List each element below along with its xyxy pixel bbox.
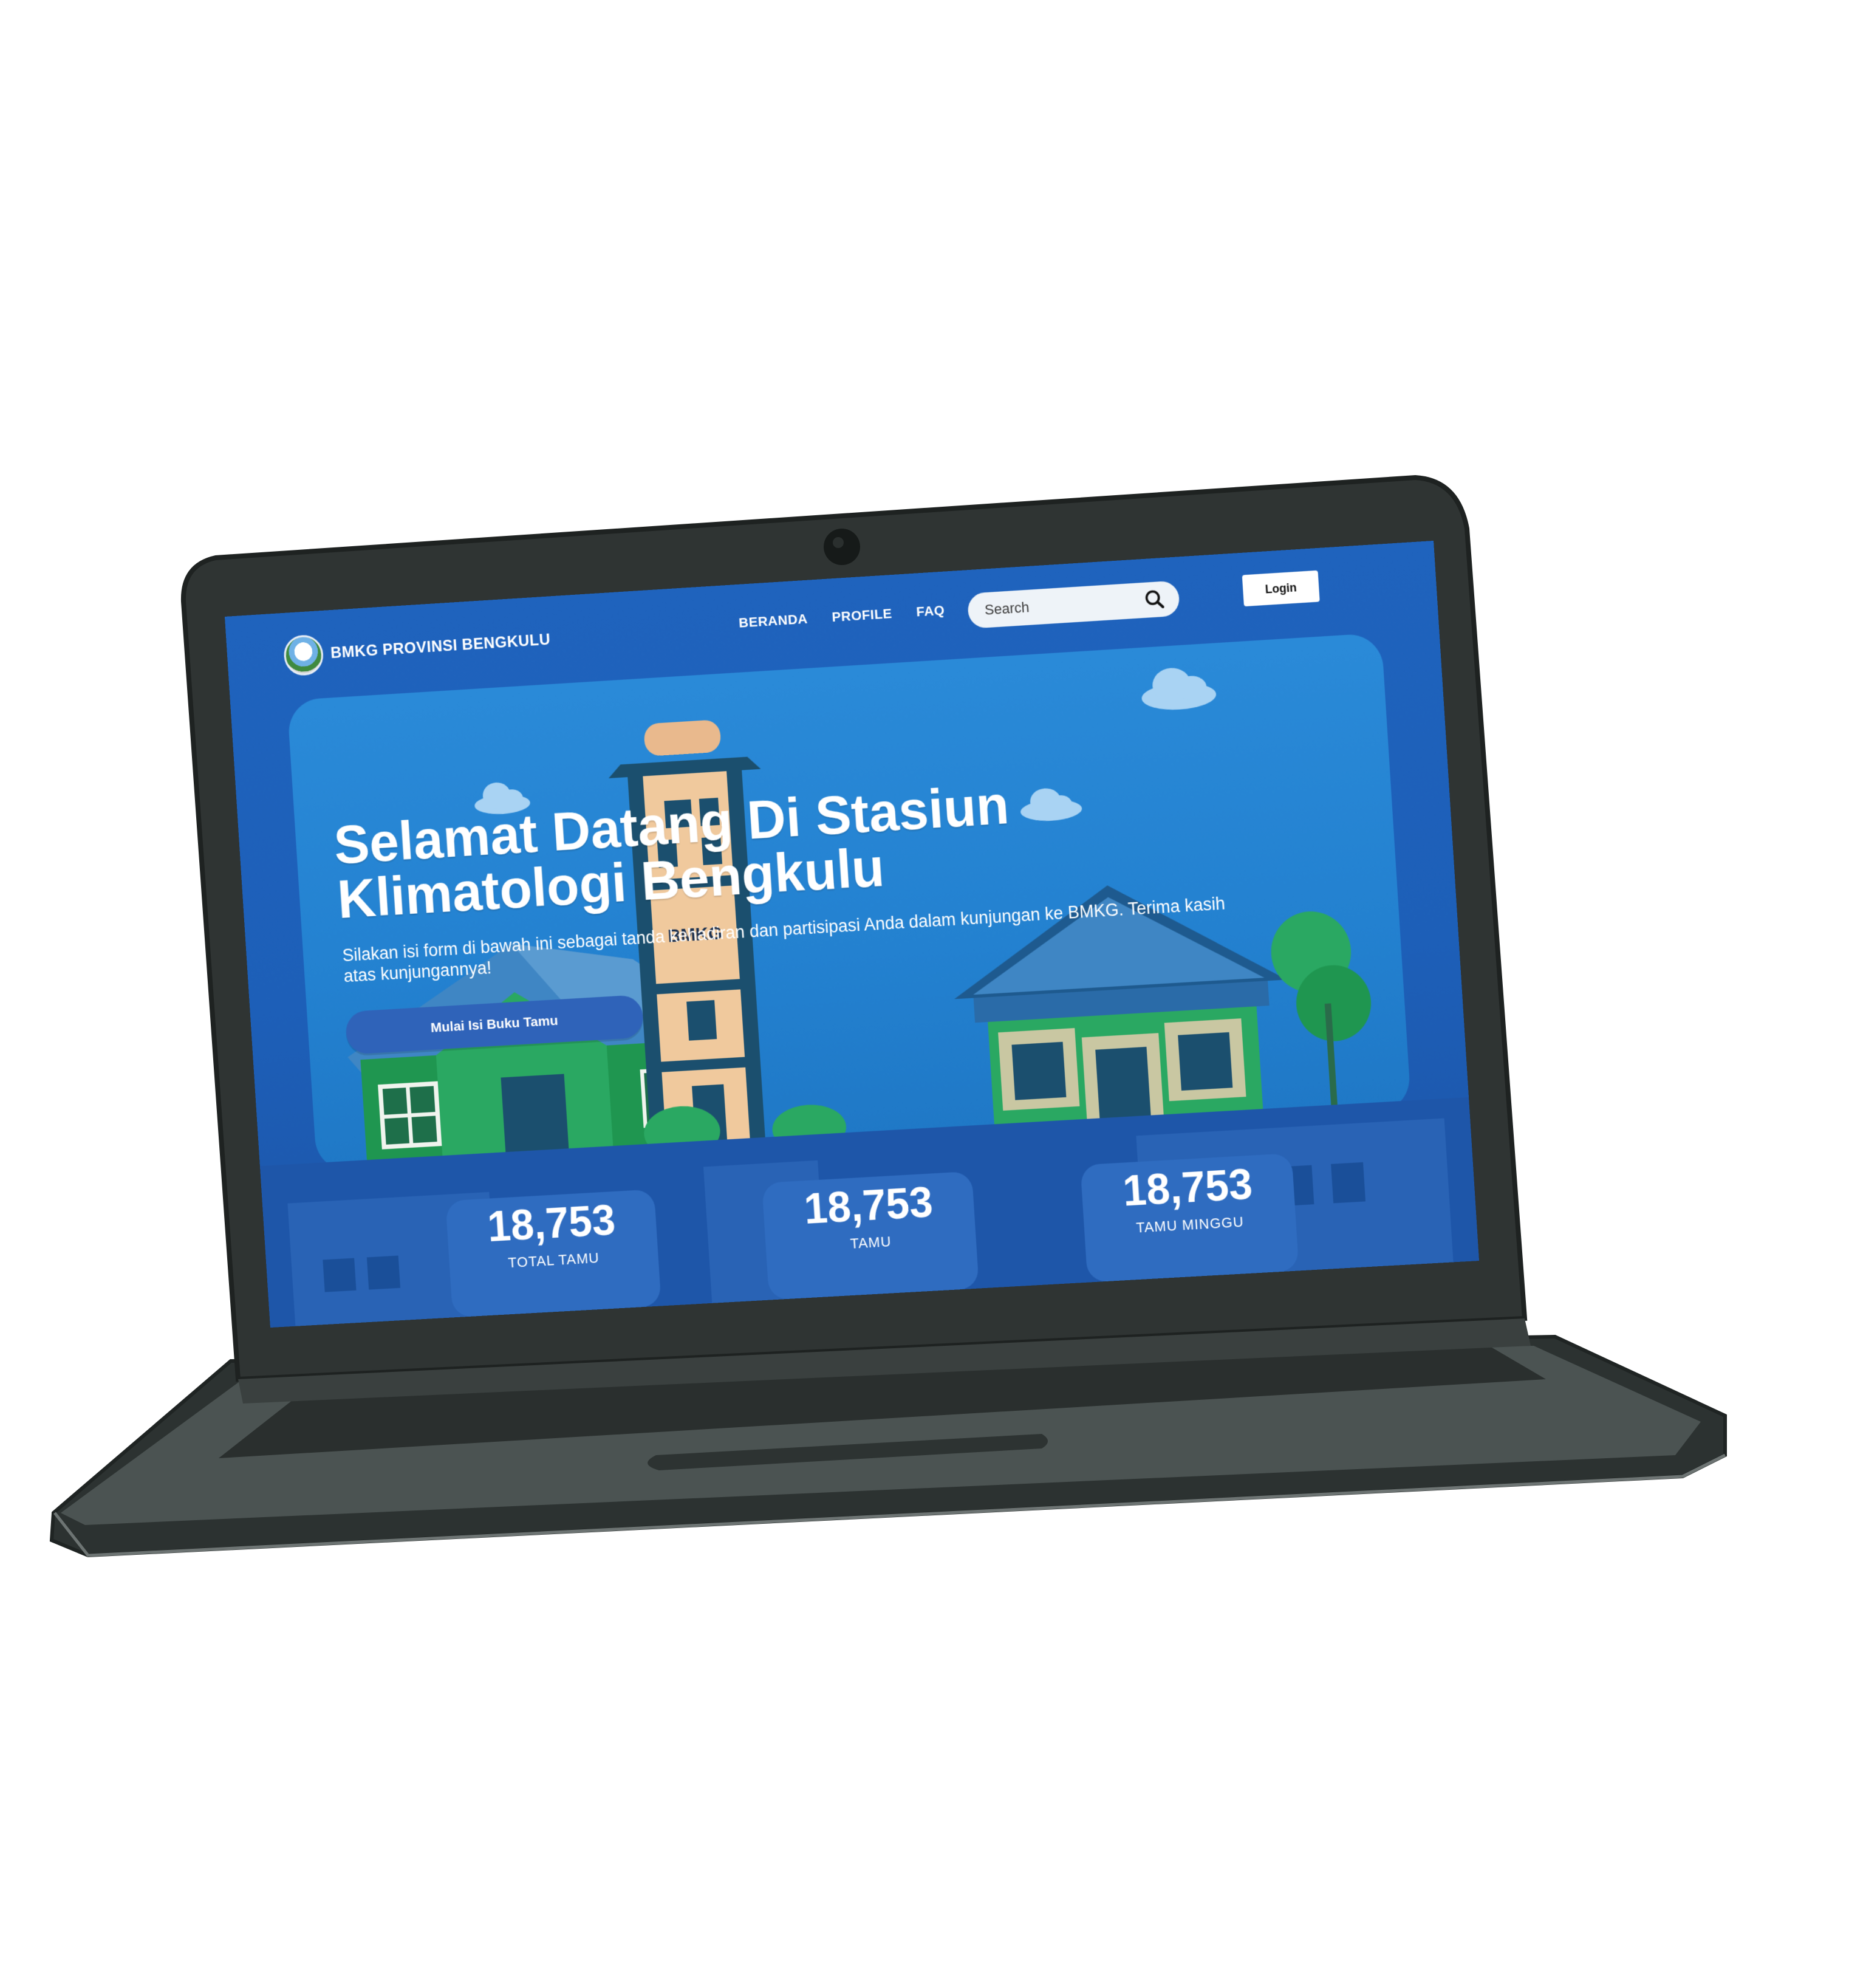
menu-item-profile[interactable]: PROFILE: [832, 606, 893, 626]
search-icon[interactable]: [1144, 589, 1166, 611]
webcam: [824, 529, 860, 565]
cloud-icon: [1141, 667, 1217, 712]
bmkg-logo: [282, 634, 325, 677]
search-input[interactable]: [982, 591, 1140, 620]
stat-card-total: 18,753 TOTAL TAMU: [446, 1195, 658, 1275]
stat-card-guests: 18,753 TAMU: [762, 1177, 977, 1257]
menu-item-faq[interactable]: FAQ: [916, 603, 946, 620]
brand-name: BMKG PROVINSI BENGKULU: [330, 631, 552, 662]
laptop-scene: BMKG PROVINSI BENGKULU BERANDA PROFILE F…: [0, 0, 1849, 1988]
stat-card-weekly: 18,753 TAMU MINGGU: [1081, 1159, 1296, 1239]
login-button[interactable]: Login: [1242, 570, 1320, 607]
hero-banner: BMKG Selamat Datang Di Stasiun Klimatolo…: [287, 632, 1412, 1173]
brand[interactable]: BMKG PROVINSI BENGKULU: [282, 620, 552, 677]
browser-viewport: BMKG PROVINSI BENGKULU BERANDA PROFILE F…: [225, 541, 1479, 1328]
menu-item-beranda[interactable]: BERANDA: [738, 611, 808, 631]
search-box: [966, 580, 1180, 629]
main-menu: BERANDA PROFILE FAQ: [738, 603, 945, 631]
